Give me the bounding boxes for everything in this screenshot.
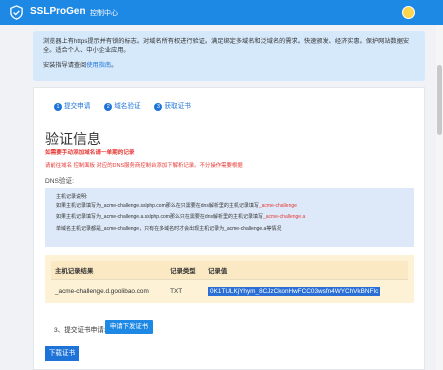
record-table: 主机记录结果 记录类型 记录值 _acme-challenge.d.goolib… <box>51 261 408 302</box>
col-type: 记录类型 <box>166 261 205 280</box>
instruction-text: 请前往域名 控制面板 对应的DNS服务商控制台添加下解析记录。不分操作需要根据 <box>45 163 243 169</box>
record-value-cell[interactable]: 0K1TULKjYhym_8CJzCkonHwFCC03wsfn4WYChVkB… <box>204 280 408 303</box>
brand-name[interactable]: SSLProGen <box>30 6 86 17</box>
table-header-row: 主机记录结果 记录类型 记录值 <box>51 261 408 280</box>
dns-label: DNS验证: <box>45 178 74 185</box>
notice-box: 浏览器上有https提示并有锁的标志。对域名所有权进行验证。满足绑定多域名和泛域… <box>33 31 425 81</box>
dns-info-box: 主机记录说明: 如果主机记录填写为_acme-challenge.sslphp.… <box>45 188 414 247</box>
dns-info-line-2: 如果主机记录填写为_acme-challenge.a.sslphp.com那么只… <box>56 214 306 221</box>
step-3[interactable]: 3 获取证书 <box>154 100 191 111</box>
record-value[interactable]: 0K1TULKjYhym_8CJzCkonHwFCC03wsfn4WYChVkB… <box>208 286 381 296</box>
dns-info-heading: 主机记录说明: <box>56 194 88 200</box>
dns-info-line-3: 单域名主机记录都是_acme-challenge，只有在多域名时才会出现主机记录… <box>56 225 282 232</box>
scrollbar[interactable] <box>436 25 443 370</box>
download-certificate-button[interactable]: 下载证书 <box>45 346 79 361</box>
submit-step-label: 3、提交证书申请: <box>54 327 106 334</box>
main-card: 1 提交申请 2 域名验证 3 获取证书 验证信息 如需要手动添加域名请一单期的记录 … <box>33 87 425 370</box>
user-avatar[interactable] <box>402 6 415 19</box>
table-row: _acme-challenge.d.goolibao.com TXT 0K1TU… <box>51 280 408 303</box>
warning-text: 如需要手动添加域名请一单期的记录 <box>45 150 135 156</box>
record-type: TXT <box>170 287 183 295</box>
guide-link[interactable]: 使用指南 <box>86 62 111 69</box>
col-host: 主机记录结果 <box>51 261 167 280</box>
shield-logo-icon <box>10 5 23 20</box>
step-indicator: 1 提交申请 2 域名验证 3 获取证书 <box>54 100 203 111</box>
nav-control-center[interactable]: 控制中心 <box>90 8 118 18</box>
step-1[interactable]: 1 提交申请 <box>54 100 90 111</box>
notice-text: 浏览器上有https提示并有锁的标志。对域名所有权进行验证。满足绑定多域名和泛域… <box>43 38 410 54</box>
page-title: 验证信息 <box>45 131 101 147</box>
record-table-wrap: 主机记录结果 记录类型 记录值 _acme-challenge.d.goolib… <box>45 255 414 303</box>
col-value: 记录值 <box>204 261 408 280</box>
dns-info-line-1: 如果主机记录填写为_acme-challenge.sslphp.com那么在只需… <box>56 202 297 209</box>
apply-certificate-button[interactable]: 申请下发证书 <box>105 320 153 334</box>
record-host[interactable]: _acme-challenge.d.goolibao.com <box>51 280 166 303</box>
guide-line: 安装指导请查阅使用指南。 <box>43 62 118 69</box>
top-bar: SSLProGen 控制中心 <box>0 0 443 25</box>
step-2[interactable]: 2 域名验证 <box>104 100 141 111</box>
scrollbar-thumb[interactable] <box>437 65 442 135</box>
